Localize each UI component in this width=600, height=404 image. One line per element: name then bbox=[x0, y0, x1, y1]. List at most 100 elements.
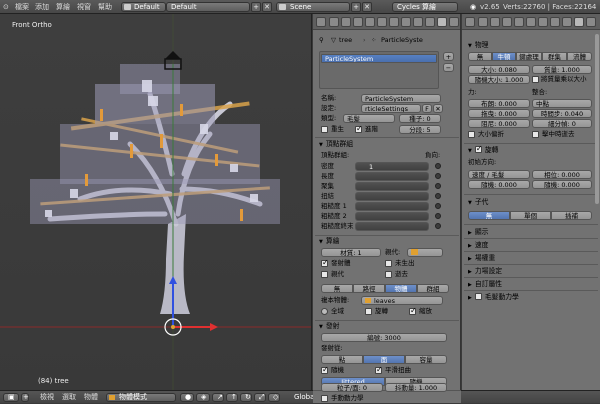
menu-help[interactable]: 幫助 bbox=[98, 0, 112, 14]
menu-window[interactable]: 視窗 bbox=[77, 0, 91, 14]
emit-from-verts[interactable]: 點 bbox=[321, 355, 363, 364]
physics-none[interactable]: 無 bbox=[468, 52, 492, 61]
transform-orientation-icon[interactable]: ◇ bbox=[268, 393, 280, 402]
vg-kink-field[interactable] bbox=[355, 192, 429, 201]
render-as-none[interactable]: 無 bbox=[321, 284, 353, 293]
collapse-menu-button[interactable]: + bbox=[21, 393, 29, 402]
screen-layout-dropdown[interactable]: Default bbox=[121, 2, 166, 12]
manipulator-toggle[interactable]: ↗ bbox=[212, 393, 224, 402]
random-checkbox[interactable] bbox=[321, 365, 329, 374]
particles-per-face-field[interactable]: 粒子/面: 0 bbox=[321, 383, 383, 392]
emission-header[interactable]: 發射 bbox=[319, 321, 340, 331]
children-simple[interactable]: 單個 bbox=[510, 211, 551, 220]
children-interpolated[interactable]: 插補 bbox=[551, 211, 592, 220]
integrator-dropdown[interactable]: 中點 bbox=[532, 99, 592, 108]
material-tab-icon[interactable] bbox=[562, 17, 572, 27]
display-header[interactable]: 顯示 bbox=[468, 227, 489, 237]
rotation-enable-checkbox[interactable] bbox=[474, 144, 483, 154]
menu-view[interactable]: 檢視 bbox=[40, 391, 54, 404]
force-field-settings-header[interactable]: 力場設定 bbox=[468, 266, 502, 276]
scene-tab-icon[interactable] bbox=[341, 17, 351, 27]
pivot-point-button[interactable]: ◈ bbox=[196, 393, 210, 402]
physics-keyed[interactable]: 鍵處理 bbox=[516, 52, 542, 61]
emit-from-faces[interactable]: 面 bbox=[363, 355, 405, 364]
rotate-manipulator[interactable]: ↻ bbox=[240, 393, 252, 402]
render-tab-icon[interactable] bbox=[478, 17, 488, 27]
vg-kink-negate[interactable] bbox=[435, 193, 441, 199]
physics-newtonian[interactable]: 牛頓 bbox=[492, 52, 516, 61]
vg-density-field[interactable]: 1 bbox=[355, 162, 429, 171]
random-size-field[interactable]: 隨機大小: 1.000 bbox=[468, 75, 530, 84]
children-header[interactable]: 子代 bbox=[468, 197, 489, 207]
unborn-checkbox[interactable] bbox=[385, 260, 392, 267]
parent-field[interactable] bbox=[407, 248, 443, 257]
3d-viewport[interactable]: Front Ortho (84) tree bbox=[0, 14, 312, 390]
material-field[interactable]: 材質: 1 bbox=[321, 248, 381, 257]
editor-type-button[interactable]: ▣ bbox=[3, 393, 19, 402]
orientation-dropdown[interactable]: 速度 / 毛髮 bbox=[468, 170, 530, 179]
render-header[interactable]: 算繪 bbox=[319, 236, 340, 246]
remove-particle-system-button[interactable]: − bbox=[443, 63, 454, 72]
world-tab-icon[interactable] bbox=[353, 17, 363, 27]
scale-checkbox[interactable] bbox=[409, 306, 417, 315]
delete-scene-button[interactable]: ✕ bbox=[362, 2, 372, 12]
material-tab-icon[interactable] bbox=[413, 17, 423, 27]
vg-roughend-negate[interactable] bbox=[435, 223, 441, 229]
settings-clear-button[interactable]: ✕ bbox=[433, 104, 443, 113]
scene-dropdown[interactable]: Scene bbox=[276, 2, 350, 12]
settings-field[interactable]: rticleSettings bbox=[361, 104, 421, 113]
timestep-field[interactable]: 時間步: 0.040 bbox=[532, 109, 592, 118]
rotation-checkbox[interactable] bbox=[365, 308, 372, 315]
vg-roughend-field[interactable] bbox=[355, 222, 429, 231]
modifiers-tab-icon[interactable] bbox=[538, 17, 548, 27]
seed-field[interactable]: 種子: 0 bbox=[399, 114, 441, 123]
screen-layout-name[interactable]: Default bbox=[166, 2, 250, 12]
particles-tab-icon[interactable] bbox=[437, 17, 447, 27]
phase-field[interactable]: 相位: 0.000 bbox=[532, 170, 592, 179]
vg-clump-field[interactable] bbox=[355, 182, 429, 191]
delete-layout-button[interactable]: ✕ bbox=[262, 2, 272, 12]
emitter-checkbox[interactable] bbox=[321, 258, 329, 267]
vg-length-field[interactable] bbox=[355, 172, 429, 181]
data-tab-icon[interactable] bbox=[550, 17, 560, 27]
random-orientation-field[interactable]: 隨機: 0.000 bbox=[468, 180, 530, 189]
settings-fake-user[interactable]: F bbox=[422, 104, 432, 113]
vertex-groups-header[interactable]: 頂點群組 bbox=[319, 139, 353, 149]
vg-rough2-negate[interactable] bbox=[435, 213, 441, 219]
constraints-tab-icon[interactable] bbox=[526, 17, 536, 27]
velocity-header[interactable]: 速度 bbox=[468, 240, 489, 250]
physics-tab-icon[interactable] bbox=[449, 17, 459, 27]
blender-logo-icon[interactable]: ⊙ bbox=[3, 0, 9, 14]
died-checkbox[interactable] bbox=[385, 271, 392, 278]
modifiers-tab-icon[interactable] bbox=[389, 17, 399, 27]
random-phase-field[interactable]: 隨機: 0.000 bbox=[532, 180, 592, 189]
particle-system-list-item[interactable]: ParticleSystem bbox=[321, 54, 437, 63]
jitter-amount-field[interactable]: 抖動量: 1.000 bbox=[385, 383, 447, 392]
object-tab-icon[interactable] bbox=[365, 17, 375, 27]
global-radio[interactable] bbox=[321, 308, 328, 315]
viewport-shading-button[interactable]: ● bbox=[180, 393, 194, 402]
advanced-checkbox[interactable] bbox=[355, 124, 363, 133]
parents-checkbox[interactable] bbox=[321, 271, 328, 278]
render-as-path[interactable]: 路徑 bbox=[353, 284, 385, 293]
name-field[interactable]: ParticleSystem bbox=[361, 94, 441, 103]
add-scene-button[interactable]: + bbox=[351, 2, 361, 12]
physics-boids[interactable]: 群集 bbox=[542, 52, 567, 61]
constraints-tab-icon[interactable] bbox=[377, 17, 387, 27]
vg-density-negate[interactable] bbox=[435, 163, 441, 169]
custom-properties-header[interactable]: 自訂屬性 bbox=[468, 279, 502, 289]
size-field[interactable]: 大小: 0.080 bbox=[468, 65, 530, 74]
vg-rough2-field[interactable] bbox=[355, 212, 429, 221]
scrollbar[interactable] bbox=[595, 34, 599, 204]
hair-dynamics-checkbox[interactable] bbox=[474, 293, 482, 300]
world-tab-icon[interactable] bbox=[502, 17, 512, 27]
mass-field[interactable]: 質量: 1.000 bbox=[532, 65, 592, 74]
damp-field[interactable]: 阻尼: 0.000 bbox=[468, 119, 530, 128]
regrow-checkbox[interactable] bbox=[321, 126, 328, 133]
type-dropdown[interactable]: 毛髮 bbox=[343, 114, 395, 123]
vg-rough1-negate[interactable] bbox=[435, 203, 441, 209]
rotation-header[interactable]: 旋轉 bbox=[468, 144, 498, 155]
hair-dynamics-header[interactable]: 毛髮動力學 bbox=[468, 292, 519, 302]
menu-select[interactable]: 選取 bbox=[62, 391, 76, 404]
texture-tab-icon[interactable] bbox=[425, 17, 435, 27]
